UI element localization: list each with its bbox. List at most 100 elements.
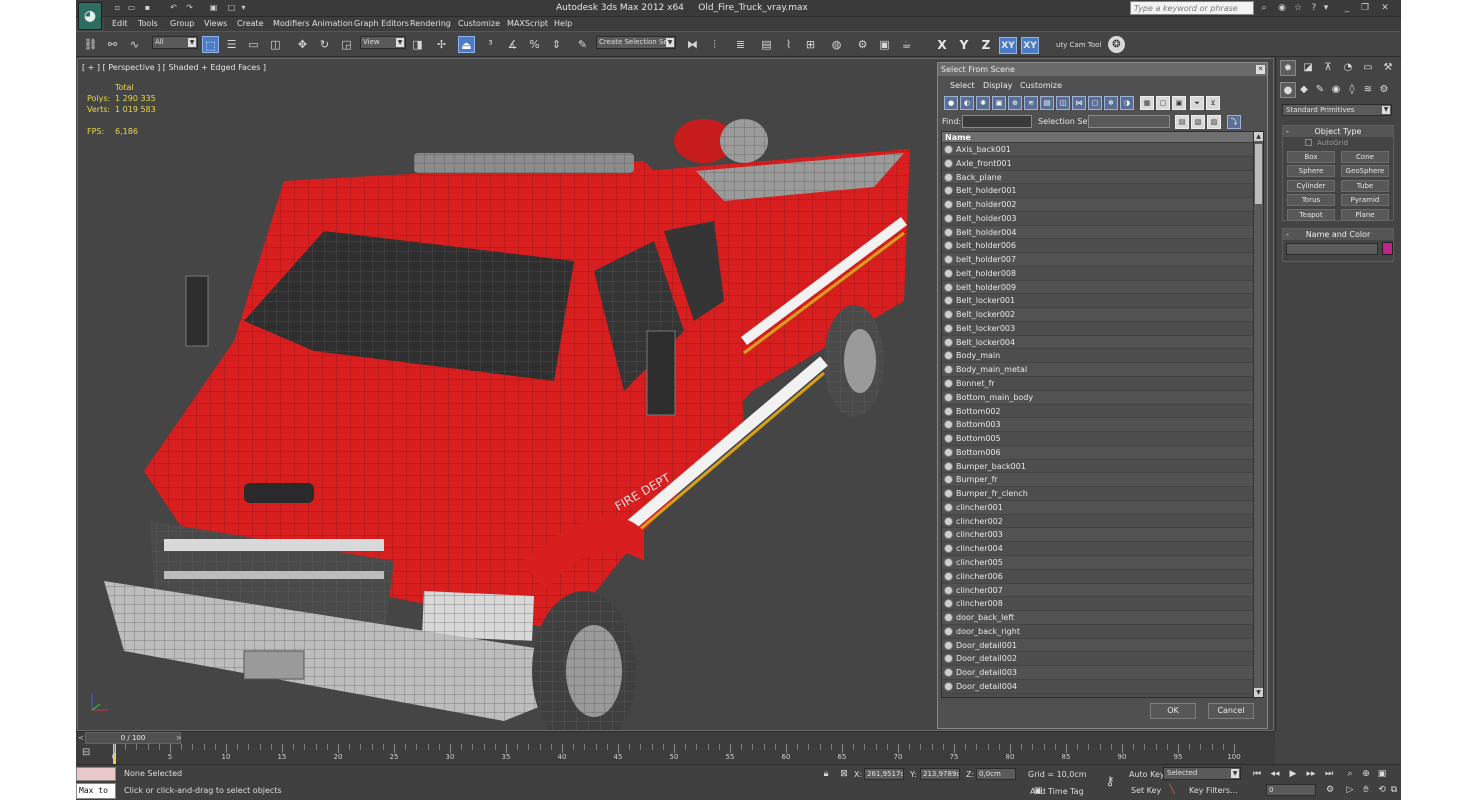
select-and-move-icon[interactable]: ✥ [294,36,311,53]
curve-editor-icon[interactable]: ⌇ [780,36,797,53]
key-mode-dropdown[interactable]: Selected ▼ [1163,767,1241,780]
create-tab-icon[interactable]: ✸ [1280,60,1296,76]
geometry-filter-icon[interactable]: ● [944,96,958,110]
frozen-filter-icon[interactable]: ❄ [1104,96,1118,110]
select-invert-icon[interactable]: ▨ [1207,115,1221,129]
bones-filter-icon[interactable]: ⋈ [1072,96,1086,110]
favorites-star-icon[interactable]: ☆ [1292,2,1304,14]
restore-icon[interactable]: ❐ [1359,2,1371,14]
plane-button[interactable]: Plane [1341,209,1389,221]
bind-space-warp-icon[interactable]: ∿ [126,36,143,53]
menu-edit[interactable]: Edit [112,19,128,28]
axis-z-button[interactable]: Z [977,37,995,54]
list-item[interactable]: Bonnet_fr [942,377,1263,391]
torus-button[interactable]: Torus [1287,194,1335,206]
binoculars-icon[interactable]: ⌕ [1258,2,1270,14]
list-item[interactable]: Bottom003 [942,418,1263,433]
select-object-icon[interactable]: ⬚ [202,36,219,53]
pan-view-icon[interactable]: ✋︎ [1360,784,1372,796]
invert-display-icon[interactable]: ▣ [1172,96,1186,110]
maximize-viewport-icon[interactable]: ⧉ [1388,784,1400,796]
list-item[interactable]: Axle_front001 [942,157,1263,171]
dialog-menu-customize[interactable]: Customize [1020,81,1062,90]
x-coordinate-field[interactable]: 261,9517c [864,768,904,780]
list-item[interactable]: Body_main_metal [942,363,1263,378]
scroll-down-icon[interactable]: ▼ [1254,688,1263,697]
orbit-icon[interactable]: ⟲ [1376,784,1388,796]
cameras-category-icon[interactable]: ◉ [1328,82,1344,98]
axis-x-button[interactable]: X [933,37,951,54]
spinner-snap-icon[interactable]: ⇕ [548,36,565,53]
open-file-icon[interactable]: ▭ [126,3,137,13]
set-key-button[interactable]: Set Key [1131,786,1161,795]
list-item[interactable]: Bumper_back001 [942,460,1263,474]
display-none-icon[interactable]: ▢ [1156,96,1170,110]
help-icon[interactable]: ? [1308,2,1320,14]
axis-y-button[interactable]: Y [955,37,973,54]
list-item[interactable]: Belt_locker001 [942,294,1263,309]
percent-snap-icon[interactable]: % [526,36,543,53]
select-by-name-icon[interactable]: ☰ [223,36,240,53]
keyboard-shortcut-override-icon[interactable]: ⏏ [458,36,475,53]
save-icon[interactable]: ▪ [142,3,153,13]
list-item[interactable]: Door_detail001 [942,638,1263,653]
geometry-category-icon[interactable]: ● [1280,82,1296,98]
select-none-icon[interactable]: ▧ [1191,115,1205,129]
list-item[interactable]: Back_plane [942,170,1263,185]
render-setup-icon[interactable]: ⚙ [854,36,871,53]
hierarchy-tab-icon[interactable]: ⊼ [1320,60,1336,76]
axis-xy-button[interactable]: XY [999,37,1017,54]
geosphere-button[interactable]: GeoSphere [1341,165,1389,177]
fire-truck-model[interactable]: FIRE DEPT [84,91,924,731]
slider-left-arrow-icon[interactable]: < [78,734,85,743]
list-item[interactable]: clincher005 [942,555,1263,570]
menu-graph-editors[interactable]: Graph Editors [354,19,409,28]
lights-category-icon[interactable]: ✎ [1312,82,1328,98]
dialog-close-icon[interactable]: ✕ [1256,65,1265,74]
lights-filter-icon[interactable]: ✺ [976,96,990,110]
list-item[interactable]: clincher007 [942,583,1263,598]
list-item[interactable]: Belt_holder004 [942,225,1263,240]
go-to-start-icon[interactable]: ⏮ [1251,768,1263,780]
time-slider[interactable]: < 0 / 100 > [76,731,1275,744]
containers-filter-icon[interactable]: ▢ [1088,96,1102,110]
sync-selection-icon[interactable]: ⤵ [1227,115,1241,129]
list-item[interactable]: clincher001 [942,500,1263,515]
find-input[interactable] [962,115,1032,128]
list-item[interactable]: Bottom006 [942,445,1263,460]
dialog-menu-select[interactable]: Select [950,81,975,90]
selection-filter-dropdown[interactable]: All ▼ [152,36,198,49]
list-item[interactable]: belt_holder007 [942,253,1263,267]
dialog-title[interactable]: Select From Scene [938,63,1267,76]
slider-right-arrow-icon[interactable]: > [176,734,182,742]
list-item[interactable]: clincher004 [942,542,1263,556]
graphite-modeling-icon[interactable]: ▤ [758,36,775,53]
y-coordinate-field[interactable]: 213,9789c [920,768,960,780]
box-button[interactable]: Box [1287,151,1335,163]
menu-animation[interactable]: Animation [312,19,353,28]
list-item[interactable]: Axis_back001 [942,143,1263,157]
list-item[interactable]: Bottom005 [942,432,1263,446]
shapes-category-icon[interactable]: ◆ [1296,82,1312,98]
maxscript-listener-output[interactable] [76,767,116,781]
name-column-header[interactable]: Name [942,132,1263,143]
list-item[interactable]: Bottom002 [942,405,1263,419]
select-and-rotate-icon[interactable]: ↻ [316,36,333,53]
set-key-mode-icon[interactable]: ⚷ [1104,775,1116,787]
time-configuration-icon[interactable]: ⚙ [1324,784,1336,796]
zoom-icon[interactable]: ⌕ [1344,768,1356,780]
space-warps-category-icon[interactable]: ≋ [1360,82,1376,98]
track-bar[interactable]: ⊟ 0 5 10 15 20 25 30 35 40 45 50 55 60 65 70 75 80 85 90 95… [76,744,1275,764]
list-item[interactable]: Belt_holder002 [942,198,1263,212]
help-search-input[interactable]: Type a keyword or phrase [1130,1,1254,15]
mirror-icon[interactable]: ⧓ [684,36,701,53]
helpers-filter-icon[interactable]: ⊕ [1008,96,1022,110]
menu-tools[interactable]: Tools [138,19,158,28]
motion-tab-icon[interactable]: ◔ [1340,60,1356,76]
sphere-button[interactable]: Sphere [1287,165,1335,177]
selection-set-dropdown[interactable] [1088,115,1170,128]
pyramid-button[interactable]: Pyramid [1341,194,1389,206]
list-item[interactable]: door_back_right [942,625,1263,639]
menu-help[interactable]: Help [554,19,572,28]
list-item[interactable]: Bottom_main_body [942,390,1263,405]
